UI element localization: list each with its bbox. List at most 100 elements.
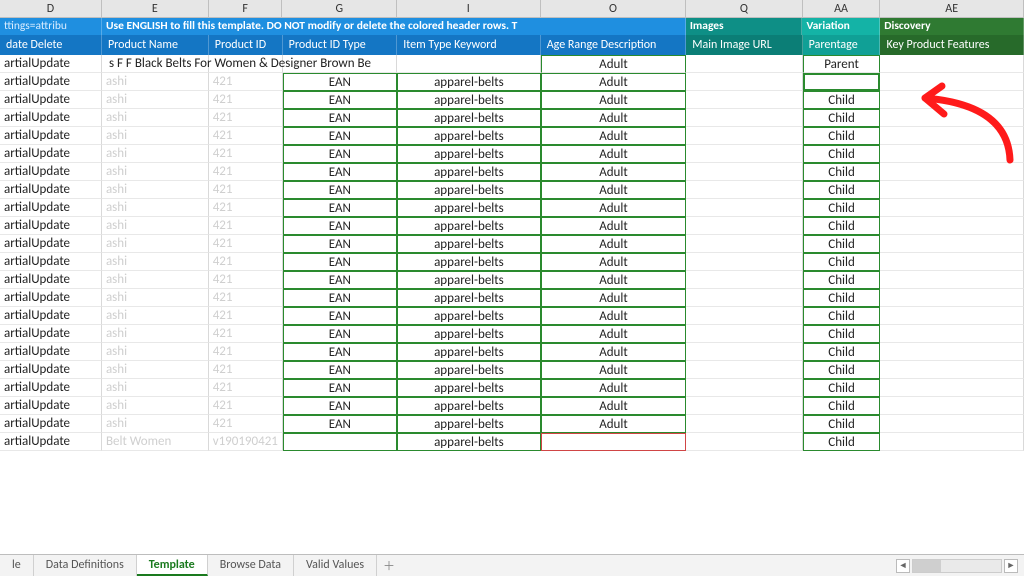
cell-product-name[interactable] — [102, 55, 209, 73]
cell-item-type[interactable]: apparel-belts — [397, 361, 541, 379]
cell-parentage[interactable]: Child — [803, 91, 881, 109]
cell-features[interactable] — [880, 73, 1024, 91]
cell-features[interactable] — [880, 289, 1024, 307]
cell-update[interactable]: artialUpdate — [0, 415, 102, 433]
cell-features[interactable] — [880, 343, 1024, 361]
cell-product-id[interactable]: 421 — [209, 199, 283, 217]
cell-product-id-type[interactable]: EAN — [283, 145, 398, 163]
cell-product-id-type[interactable] — [283, 433, 398, 451]
cell-product-id[interactable]: 421 — [209, 181, 283, 199]
cell-product-name[interactable]: ashi — [102, 109, 209, 127]
cell-age-range[interactable]: Adult — [541, 361, 687, 379]
table-row[interactable]: artialUpdateBelt Womenv190190421apparel-… — [0, 433, 1024, 451]
cell-main-image[interactable] — [686, 289, 802, 307]
cell-features[interactable] — [880, 379, 1024, 397]
cell-product-name[interactable]: ashi — [102, 289, 209, 307]
cell-update[interactable]: artialUpdate — [0, 73, 102, 91]
cell-age-range[interactable]: Adult — [541, 91, 687, 109]
cell-product-name[interactable]: ashi — [102, 145, 209, 163]
cell-product-name[interactable]: ashi — [102, 307, 209, 325]
cell-features[interactable] — [880, 307, 1024, 325]
cell-features[interactable] — [880, 397, 1024, 415]
cell-features[interactable] — [880, 181, 1024, 199]
cell-product-id-type[interactable]: EAN — [283, 217, 398, 235]
cell-main-image[interactable] — [686, 361, 802, 379]
cell-product-id-type[interactable]: EAN — [283, 415, 398, 433]
cell-product-id-type[interactable]: EAN — [283, 73, 398, 91]
cell-item-type[interactable]: apparel-belts — [397, 253, 541, 271]
table-row[interactable]: artialUpdateashi421EANapparel-beltsAdult… — [0, 361, 1024, 379]
cell-main-image[interactable] — [686, 199, 802, 217]
cell-main-image[interactable] — [686, 235, 802, 253]
cell-parentage[interactable]: Child — [803, 109, 881, 127]
col-letter[interactable]: E — [102, 0, 209, 17]
cell-update[interactable]: artialUpdate — [0, 343, 102, 361]
cell-product-id[interactable]: v190190421 — [209, 433, 283, 451]
cell-product-id[interactable]: 421 — [209, 271, 283, 289]
cell-item-type[interactable]: apparel-belts — [397, 109, 541, 127]
cell-main-image[interactable] — [686, 253, 802, 271]
cell-product-name[interactable]: ashi — [102, 199, 209, 217]
cell-item-type[interactable]: apparel-belts — [397, 145, 541, 163]
cell-product-name[interactable]: ashi — [102, 163, 209, 181]
cell-item-type[interactable]: apparel-belts — [397, 397, 541, 415]
cell-main-image[interactable] — [686, 163, 802, 181]
table-row[interactable]: artialUpdateashi421EANapparel-beltsAdult… — [0, 163, 1024, 181]
cell-product-id-type[interactable]: EAN — [283, 163, 398, 181]
scroll-track[interactable] — [912, 559, 1002, 573]
cell-age-range[interactable]: Adult — [541, 163, 687, 181]
cell-product-id-type[interactable]: EAN — [283, 325, 398, 343]
table-row[interactable]: artialUpdateashi421EANapparel-beltsAdult… — [0, 289, 1024, 307]
cell-parentage[interactable]: Child — [803, 145, 881, 163]
table-row[interactable]: artialUpdateashi421EANapparel-beltsAdult… — [0, 109, 1024, 127]
cell-item-type[interactable]: apparel-belts — [397, 199, 541, 217]
cell-main-image[interactable] — [686, 325, 802, 343]
cell-product-id-type[interactable]: EAN — [283, 253, 398, 271]
cell-item-type[interactable]: apparel-belts — [397, 433, 541, 451]
table-row[interactable]: artialUpdateashi421EANapparel-beltsAdult — [0, 73, 1024, 91]
cell-product-name[interactable]: ashi — [102, 271, 209, 289]
cell-product-id[interactable]: 421 — [209, 289, 283, 307]
table-row[interactable]: artialUpdate Adult Parent s F F Black Be… — [0, 55, 1024, 73]
cell-product-id[interactable]: 421 — [209, 145, 283, 163]
cell-product-id-type[interactable] — [283, 55, 398, 73]
cell-product-name[interactable]: Belt Women — [102, 433, 209, 451]
cell-update[interactable]: artialUpdate — [0, 199, 102, 217]
cell-parentage[interactable]: Child — [803, 235, 881, 253]
cell-update[interactable]: artialUpdate — [0, 181, 102, 199]
cell-product-name[interactable]: ashi — [102, 253, 209, 271]
table-row[interactable]: artialUpdateashi421EANapparel-beltsAdult… — [0, 343, 1024, 361]
table-row[interactable]: artialUpdateashi421EANapparel-beltsAdult… — [0, 235, 1024, 253]
col-letter[interactable]: F — [209, 0, 283, 17]
cell-parentage[interactable]: Child — [803, 289, 881, 307]
table-row[interactable]: artialUpdateashi421EANapparel-beltsAdult… — [0, 217, 1024, 235]
scroll-right-button[interactable]: ► — [1004, 559, 1018, 573]
cell-item-type[interactable]: apparel-belts — [397, 271, 541, 289]
cell-age-range[interactable]: Adult — [541, 271, 687, 289]
cell-product-id-type[interactable]: EAN — [283, 109, 398, 127]
cell-item-type[interactable]: apparel-belts — [397, 415, 541, 433]
table-row[interactable]: artialUpdateashi421EANapparel-beltsAdult… — [0, 307, 1024, 325]
cell-item-type[interactable]: apparel-belts — [397, 181, 541, 199]
cell-product-id[interactable]: 421 — [209, 163, 283, 181]
cell-features[interactable] — [880, 199, 1024, 217]
cell-parentage[interactable]: Child — [803, 271, 881, 289]
table-row[interactable]: artialUpdateashi421EANapparel-beltsAdult… — [0, 145, 1024, 163]
scroll-left-button[interactable]: ◄ — [896, 559, 910, 573]
cell-features[interactable] — [880, 127, 1024, 145]
horizontal-scroll[interactable]: ◄ ► — [890, 555, 1024, 576]
cell-product-name[interactable]: ashi — [102, 415, 209, 433]
cell-update[interactable]: artialUpdate — [0, 379, 102, 397]
cell-age-range[interactable]: Adult — [541, 415, 687, 433]
sheet-tab[interactable]: le — [0, 555, 34, 576]
cell-product-id-type[interactable]: EAN — [283, 271, 398, 289]
cell-main-image[interactable] — [686, 181, 802, 199]
cell-product-id[interactable]: 421 — [209, 253, 283, 271]
cell-product-name[interactable]: ashi — [102, 235, 209, 253]
cell-parentage[interactable]: Child — [803, 163, 881, 181]
cell-product-name[interactable]: ashi — [102, 127, 209, 145]
cell-age-range[interactable]: Adult — [541, 325, 687, 343]
cell-age-range[interactable]: Adult — [541, 235, 687, 253]
table-row[interactable]: artialUpdateashi421EANapparel-beltsAdult… — [0, 271, 1024, 289]
cell-product-id[interactable]: 421 — [209, 109, 283, 127]
